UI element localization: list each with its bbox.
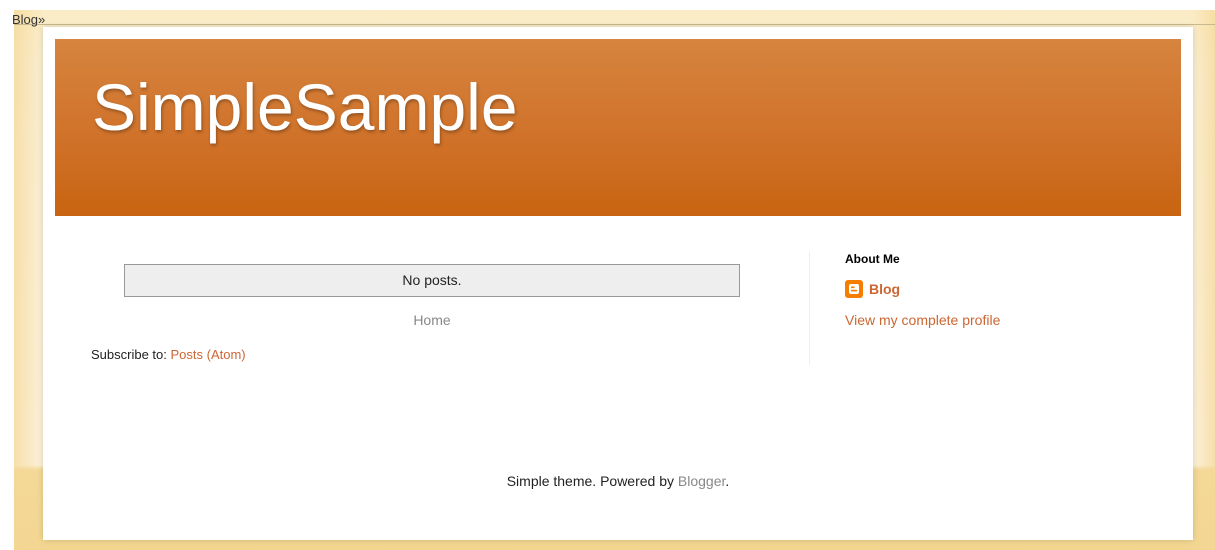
footer-period: .	[725, 473, 730, 489]
navbar-divider	[14, 24, 1215, 25]
subscribe-label: Subscribe to:	[91, 347, 171, 362]
home-link[interactable]: Home	[125, 312, 739, 328]
blogger-link[interactable]: Blogger	[678, 473, 725, 489]
profile-row[interactable]: Blog	[845, 279, 900, 299]
blog-title[interactable]: SimpleSample	[92, 67, 518, 147]
sidebar-divider	[809, 252, 810, 365]
no-posts-message: No posts.	[124, 264, 740, 297]
about-me-heading: About Me	[845, 252, 900, 266]
posts-atom-link[interactable]: Posts (Atom)	[171, 347, 246, 362]
blogger-icon	[845, 280, 863, 298]
footer: Simple theme. Powered by Blogger.	[43, 473, 1193, 489]
view-complete-profile-link[interactable]: View my complete profile	[845, 312, 1000, 328]
profile-name-link[interactable]: Blog	[869, 281, 900, 297]
content-page: SimpleSample No posts. Home Subscribe to…	[43, 27, 1193, 540]
subscribe-line: Subscribe to: Posts (Atom)	[91, 347, 246, 362]
footer-text: Simple theme. Powered by	[506, 473, 678, 489]
navbar-blog-link[interactable]: Blog»	[12, 13, 45, 27]
blog-header: SimpleSample	[55, 39, 1181, 216]
